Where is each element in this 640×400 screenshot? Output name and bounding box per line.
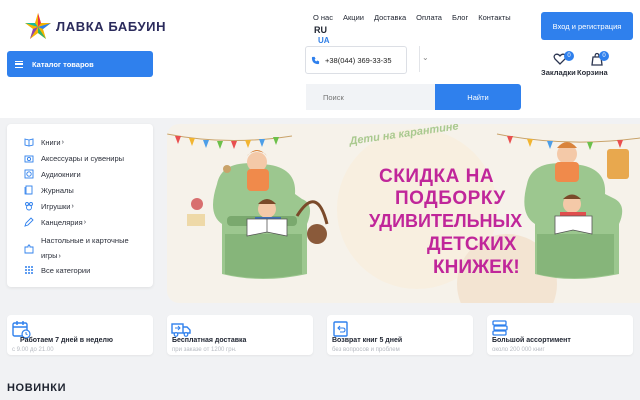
phone-number-box[interactable]: +38(044) 369-33-35 xyxy=(305,46,407,74)
brand-name[interactable]: ЛАВКА БАБУИН xyxy=(56,19,166,34)
feature-book-returns-title: Возврат книг 5 дней xyxy=(332,337,403,344)
category-magazines-label: Журналы xyxy=(41,185,74,195)
banner-headline-line3: УДИВИТЕЛЬНЫХ xyxy=(369,211,523,231)
magazine-icon xyxy=(24,185,33,195)
category-toys-label: Игрушки xyxy=(41,201,71,211)
feature-free-delivery: Бесплатная доставка при заказе от 1200 г… xyxy=(167,315,313,355)
chevron-right-icon: › xyxy=(58,253,61,260)
login-register-button[interactable]: Вход и регистрация xyxy=(541,12,633,40)
category-books[interactable]: Книги › xyxy=(24,137,64,147)
feature-free-delivery-title: Бесплатная доставка xyxy=(172,337,247,344)
nav-payment[interactable]: Оплата xyxy=(416,13,442,22)
category-stationery[interactable]: Канцелярия › xyxy=(24,217,86,227)
feature-free-delivery-subtitle: при заказе от 1200 грн. xyxy=(172,347,237,353)
disc-icon xyxy=(24,169,34,179)
top-nav: О нас Акции Доставка Оплата Блог Контакт… xyxy=(313,13,511,22)
chevron-right-icon: › xyxy=(71,202,74,210)
nav-delivery[interactable]: Доставка xyxy=(374,13,406,22)
feature-working-hours: Работаем 7 дней в неделю с 9.00 до 21.00 xyxy=(7,315,153,355)
puzzle-icon xyxy=(24,244,34,253)
phone-number: +38(044) 369-33-35 xyxy=(325,55,392,65)
truck-icon xyxy=(171,323,191,337)
logo-star-icon[interactable] xyxy=(22,11,54,43)
bookmarks-label[interactable]: Закладки xyxy=(541,68,576,77)
category-toys[interactable]: Игрушки › xyxy=(24,201,74,211)
feature-book-returns-subtitle: без вопросов и проблем xyxy=(332,347,400,353)
feature-large-assortment-title: Большой ассортимент xyxy=(492,337,571,344)
promo-banner[interactable]: Дети на карантине СКИДКА НА ПОДБОРКУ УДИ… xyxy=(167,124,640,303)
category-board-games[interactable]: Настольные и карточные игры› xyxy=(24,233,141,264)
catalog-button-label: Каталог товаров xyxy=(32,59,94,69)
nav-contacts[interactable]: Контакты xyxy=(478,13,510,22)
phone-icon xyxy=(311,56,320,64)
feature-book-returns: Возврат книг 5 дней без вопросов и пробл… xyxy=(327,315,473,355)
language-current: RU xyxy=(314,25,327,35)
cart-count-badge: 0 xyxy=(599,51,609,61)
new-arrivals-heading: НОВИНКИ xyxy=(7,382,67,394)
category-accessories[interactable]: Аксессуары и сувениры xyxy=(24,153,124,163)
toy-icon xyxy=(25,202,33,211)
cart-label[interactable]: Корзина xyxy=(577,68,608,77)
nav-promotions[interactable]: Акции xyxy=(343,13,364,22)
category-audiobooks-label: Аудиокниги xyxy=(41,169,81,179)
feature-large-assortment: Большой ассортимент около 200 000 книг xyxy=(487,315,633,355)
language-switch-ua[interactable]: UA xyxy=(318,36,330,45)
feature-working-hours-title: Работаем 7 дней в неделю xyxy=(20,337,113,344)
search-button[interactable]: Найти xyxy=(435,84,521,110)
category-stationery-label: Канцелярия xyxy=(41,217,83,227)
feature-large-assortment-subtitle: около 200 000 книг xyxy=(492,347,545,353)
category-all[interactable]: Все категории xyxy=(24,265,90,275)
feature-working-hours-subtitle: с 9.00 до 21.00 xyxy=(12,347,54,353)
banner-headline-line5: КНИЖЕК! xyxy=(433,257,520,278)
category-board-games-label: Настольные и карточные игры› xyxy=(41,233,141,264)
banner-headline-line1: СКИДКА НА xyxy=(379,166,495,187)
calendar-icon xyxy=(12,321,31,339)
chevron-down-icon[interactable]: ⌄ xyxy=(422,53,429,62)
nav-blog[interactable]: Блог xyxy=(452,13,468,22)
category-all-label: Все категории xyxy=(41,265,91,275)
bookmarks-count-badge: 0 xyxy=(564,51,574,61)
category-board-games-text: Настольные и карточные игры xyxy=(41,236,129,260)
category-magazines[interactable]: Журналы xyxy=(24,185,74,195)
grid-icon xyxy=(25,266,33,274)
book-icon xyxy=(24,138,34,147)
chevron-right-icon: › xyxy=(83,218,87,226)
nav-about[interactable]: О нас xyxy=(313,13,333,22)
camera-icon xyxy=(24,155,34,163)
catalog-button[interactable]: Каталог товаров xyxy=(7,51,153,77)
category-accessories-label: Аксессуары и сувениры xyxy=(41,153,125,163)
chevron-right-icon: › xyxy=(61,138,64,146)
category-audiobooks[interactable]: Аудиокниги xyxy=(24,169,81,179)
search-input[interactable] xyxy=(306,84,435,110)
banner-headline-line4: ДЕТСКИХ xyxy=(427,234,517,255)
books-stack-icon xyxy=(492,320,508,336)
header-divider xyxy=(419,46,420,72)
pencil-icon xyxy=(24,217,34,227)
banner-headline-line2: ПОДБОРКУ xyxy=(395,188,506,209)
menu-icon xyxy=(15,60,23,68)
return-box-icon xyxy=(333,321,348,337)
category-books-label: Книги xyxy=(41,137,61,147)
